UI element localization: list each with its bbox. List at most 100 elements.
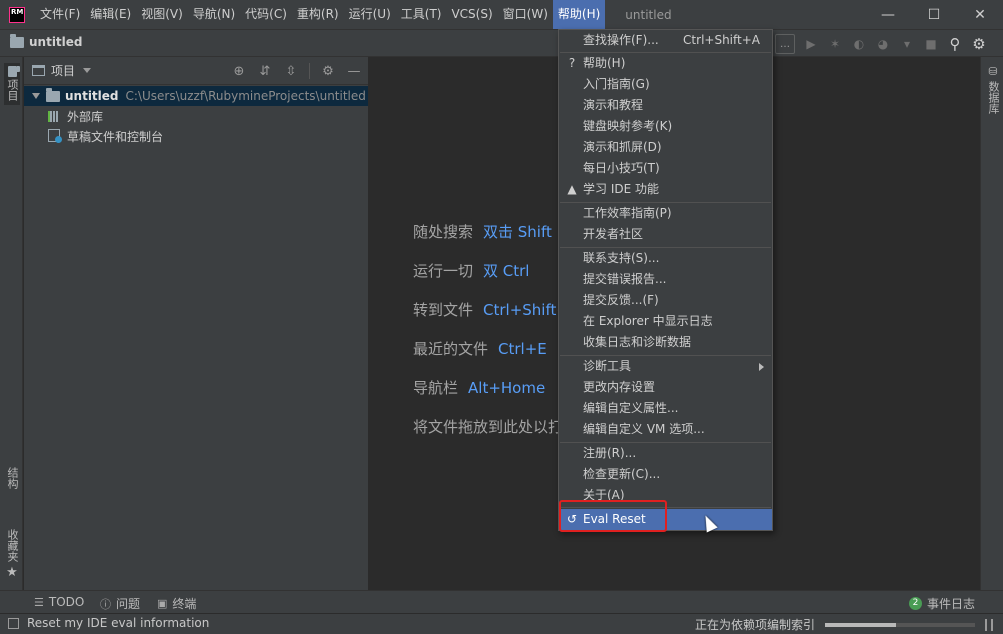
settings-gear-icon[interactable]: ⚙ (971, 35, 987, 53)
locate-file-icon[interactable]: ⊕ (231, 63, 247, 79)
hint-label: 随处搜索 (413, 223, 474, 241)
right-tool-stripe: ⛁ 数据库 (980, 57, 1003, 590)
menu-window[interactable]: 窗口(W) (498, 0, 553, 29)
menu-edit[interactable]: 编辑(E) (85, 0, 136, 29)
minimize-icon[interactable]: — (865, 0, 911, 29)
info-icon: ⓘ (100, 597, 111, 611)
menu-item-label: 更改内存设置 (583, 380, 656, 394)
hint-shortcut: 双击 Shift (483, 223, 552, 241)
menu-item-check-updates[interactable]: 检查更新(C)... (559, 464, 772, 485)
question-mark-icon: ? (568, 56, 576, 70)
problems-tool-tab[interactable]: ⓘ 问题 (100, 595, 140, 612)
indexing-status: 正在为依赖项编制索引 (695, 616, 993, 633)
folder-icon (7, 66, 17, 77)
project-tool-tab[interactable]: 项目 (4, 63, 20, 105)
tree-row-external-libraries[interactable]: 外部库 (24, 106, 368, 126)
menu-item-label: 演示和抓屏(D) (583, 140, 662, 154)
breadcrumb[interactable]: untitled (10, 33, 83, 49)
project-panel-title: 项目 (51, 64, 76, 78)
menu-item-tip-of-the-day[interactable]: 每日小技巧(T) (559, 158, 772, 179)
project-root-path: C:\Users\uzzf\RubymineProjects\untitled (125, 89, 366, 103)
menu-item-change-memory[interactable]: 更改内存设置 (559, 377, 772, 398)
coverage-icon[interactable]: ◐ (851, 36, 867, 52)
menu-item-label: 开发者社区 (583, 227, 644, 241)
debug-icon[interactable]: ✶ (827, 36, 843, 52)
search-icon[interactable]: ⚲ (947, 35, 963, 53)
menu-file[interactable]: 文件(F) (35, 0, 85, 29)
hint-navigation-bar: 导航栏 Alt+Home (413, 377, 545, 398)
menu-view[interactable]: 视图(V) (136, 0, 188, 29)
menu-item-learn-ide[interactable]: ▲ 学习 IDE 功能 (559, 179, 772, 200)
menu-item-productivity-guide[interactable]: 工作效率指南(P) (559, 203, 772, 224)
database-icon: ⛁ (988, 65, 998, 78)
bottom-tool-stripe: ☰ TODO ⓘ 问题 ▣ 终端 2 事件日志 (0, 590, 1003, 613)
menu-navigate[interactable]: 导航(N) (188, 0, 240, 29)
maximize-icon[interactable]: ☐ (911, 0, 957, 29)
indexing-progress-fill (825, 622, 896, 627)
run-configuration-selector[interactable]: … (775, 34, 795, 54)
menu-item-keymap-reference[interactable]: 键盘映射参考(K) (559, 116, 772, 137)
more-run-chevron-down-icon[interactable]: ▾ (899, 36, 915, 52)
menu-item-edit-vm-options[interactable]: 编辑自定义 VM 选项... (559, 419, 772, 440)
todo-tab-label: TODO (48, 595, 85, 609)
menu-item-getting-started[interactable]: 入门指南(G) (559, 74, 772, 95)
menu-item-label: 工作效率指南(P) (583, 206, 672, 220)
status-message: Reset my IDE eval information (27, 616, 210, 630)
menu-code[interactable]: 代码(C) (240, 0, 292, 29)
menu-item-help[interactable]: ? 帮助(H) (559, 53, 772, 74)
library-icon (48, 110, 62, 122)
menu-run[interactable]: 运行(U) (344, 0, 396, 29)
favorites-tool-tab[interactable]: 收藏夹 ★ (4, 529, 20, 580)
menu-item-submit-feedback[interactable]: 提交反馈...(F) (559, 290, 772, 311)
project-tool-window: 项目 ⊕ ⇵ ⇳ ⚙ — untitled C:\Users\uzzf\Ruby… (24, 57, 369, 590)
tree-row-project-root[interactable]: untitled C:\Users\uzzf\RubymineProjects\… (24, 86, 368, 106)
menu-item-label: 演示和教程 (583, 98, 644, 112)
menu-refactor[interactable]: 重构(R) (292, 0, 344, 29)
options-gear-icon[interactable]: ⚙ (320, 63, 336, 79)
menu-item-submit-bug-report[interactable]: 提交错误报告... (559, 269, 772, 290)
menu-item-show-log[interactable]: 在 Explorer 中显示日志 (559, 311, 772, 332)
project-view-selector[interactable]: 项目 (32, 62, 92, 79)
terminal-icon: ▣ (157, 597, 168, 610)
hint-label: 运行一切 (413, 262, 474, 280)
close-icon[interactable]: ✕ (957, 0, 1003, 29)
database-tool-tab[interactable]: ⛁ 数据库 (985, 65, 1001, 114)
menu-item-label: 提交错误报告... (583, 272, 667, 286)
terminal-tool-tab[interactable]: ▣ 终端 (157, 595, 196, 612)
menu-item-label: 学习 IDE 功能 (583, 182, 659, 196)
menu-item-edit-custom-properties[interactable]: 编辑自定义属性... (559, 398, 772, 419)
menu-item-label: 注册(R)... (583, 446, 637, 460)
menu-item-register[interactable]: 注册(R)... (559, 443, 772, 464)
stop-icon[interactable]: ■ (923, 36, 939, 52)
menu-tools[interactable]: 工具(T) (396, 0, 447, 29)
hide-panel-icon[interactable]: — (346, 63, 362, 79)
menu-help[interactable]: 帮助(H) (552, 0, 606, 29)
expand-arrow-icon[interactable] (32, 93, 40, 99)
indexing-label: 正在为依赖项编制索引 (694, 618, 815, 632)
left-tool-stripe: 项目 结构 收藏夹 ★ (0, 57, 23, 590)
external-libraries-label: 外部库 (67, 109, 104, 124)
menu-item-diagnostic-tools[interactable]: 诊断工具 (559, 356, 772, 377)
menu-item-collect-logs[interactable]: 收集日志和诊断数据 (559, 332, 772, 353)
menu-item-label: 编辑自定义属性... (583, 401, 679, 415)
menu-item-label: 每日小技巧(T) (583, 161, 660, 175)
pause-icon[interactable] (985, 618, 993, 631)
menu-item-demo-capture[interactable]: 演示和抓屏(D) (559, 137, 772, 158)
menu-item-demos-tutorials[interactable]: 演示和教程 (559, 95, 772, 116)
graduation-cap-icon: ▲ (567, 182, 577, 196)
menu-item-contact-support[interactable]: 联系支持(S)... (559, 248, 772, 269)
run-icon[interactable]: ▶ (803, 36, 819, 52)
toggle-tool-windows-icon[interactable] (8, 617, 19, 629)
tree-row-scratches[interactable]: 草稿文件和控制台 (24, 126, 368, 146)
event-log-tool-tab[interactable]: 2 事件日志 (909, 595, 975, 612)
menu-vcs[interactable]: VCS(S) (446, 0, 497, 29)
breadcrumb-project: untitled (29, 35, 83, 49)
profile-icon[interactable]: ◕ (875, 36, 891, 52)
menu-item-developer-community[interactable]: 开发者社区 (559, 224, 772, 245)
indexing-progress-bar (825, 622, 975, 627)
todo-tool-tab[interactable]: ☰ TODO (34, 595, 84, 609)
expand-all-icon[interactable]: ⇵ (257, 63, 273, 79)
collapse-all-icon[interactable]: ⇳ (283, 63, 299, 79)
structure-tool-tab[interactable]: 结构 (4, 467, 20, 489)
menu-item-find-action[interactable]: 查找操作(F)... Ctrl+Shift+A (559, 30, 772, 51)
